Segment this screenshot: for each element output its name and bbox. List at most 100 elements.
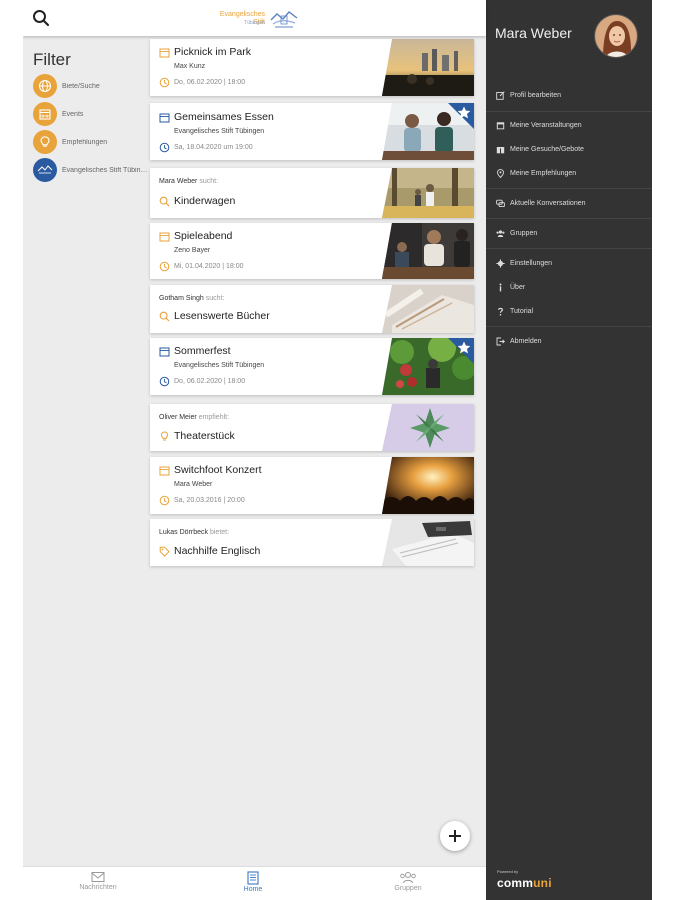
newspaper-icon xyxy=(247,871,259,885)
post-card[interactable]: Oliver Meier empfiehlt: Theaterstück xyxy=(150,404,474,451)
drawer-user-name: Mara Weber xyxy=(495,25,572,41)
nav-label: Nachrichten xyxy=(79,884,117,891)
menu-meine-veranstaltungen[interactable]: Meine Veranstaltungen xyxy=(496,118,646,132)
menu-meine-gesuche-gebote[interactable]: Meine Gesuche/Gebote xyxy=(496,142,646,156)
event-title: Picknick im Park xyxy=(174,46,252,58)
brand-name-part-a: comm xyxy=(497,876,534,890)
top-bar: Evangelisches Stift Tübingen xyxy=(23,0,486,36)
menu-label: Aktuelle Konversationen xyxy=(510,199,586,207)
filter-label: Empfehlungen xyxy=(62,138,108,146)
calendar-icon xyxy=(159,466,170,476)
menu-abmelden[interactable]: Abmelden xyxy=(496,334,646,348)
filter-item-biete-suche[interactable]: Biete/Suche xyxy=(33,74,149,98)
event-card[interactable]: Gemeinsames Essen Evangelisches Stift Tü… xyxy=(150,103,474,160)
post-card[interactable]: Mara Weber sucht: Kinderwagen xyxy=(150,168,474,218)
clock-icon xyxy=(159,142,170,153)
filter-item-events[interactable]: Events xyxy=(33,102,149,126)
brand-powered-by: Powered by xyxy=(497,869,519,874)
post-author: Oliver Meier xyxy=(159,414,197,421)
post-author: Mara Weber xyxy=(159,178,198,185)
event-date: Do, 06.02.2020 | 18:00 xyxy=(174,378,246,385)
event-card[interactable]: Picknick im Park Max Kunz Do, 06.02.2020… xyxy=(150,39,474,96)
event-title: Gemeinsames Essen xyxy=(174,111,274,123)
event-organizer: Evangelisches Stift Tübingen xyxy=(174,362,265,369)
event-image xyxy=(382,223,474,279)
post-verb: sucht: xyxy=(199,178,219,185)
menu-label: Meine Veranstaltungen xyxy=(510,121,582,129)
calendar-icon xyxy=(159,232,170,242)
add-button[interactable] xyxy=(440,821,470,851)
post-title: Nachhilfe Englisch xyxy=(174,545,261,557)
menu-profil-bearbeiten[interactable]: Profil bearbeiten xyxy=(496,88,646,102)
plus-icon xyxy=(449,830,461,842)
post-title: Kinderwagen xyxy=(174,195,236,207)
calendar-icon xyxy=(33,102,57,126)
event-image xyxy=(382,457,474,514)
lightbulb-icon xyxy=(33,130,57,154)
post-image xyxy=(382,404,474,451)
info-icon xyxy=(499,283,502,291)
filter-title: Filter xyxy=(33,50,71,69)
menu-aktuelle-konversationen[interactable]: Aktuelle Konversationen xyxy=(496,196,646,210)
post-card[interactable]: Lukas Dörrbeck bietet: Nachhilfe Englisc… xyxy=(150,519,474,566)
brand-name-part-b: uni xyxy=(533,876,552,890)
app-screen: Evangelisches Stift Tübingen Filter Biet… xyxy=(23,0,652,900)
menu-gruppen[interactable]: Gruppen xyxy=(496,226,646,240)
event-date: Sa, 18.04.2020 um 19:00 xyxy=(174,144,253,151)
filter-item-stift[interactable]: Evangelisches Stift Tübingen xyxy=(33,158,149,182)
gift-icon xyxy=(496,146,505,153)
clock-icon xyxy=(159,376,170,387)
menu-tutorial[interactable]: Tutorial xyxy=(496,304,646,318)
filter-item-empfehlungen[interactable]: Empfehlungen xyxy=(33,130,149,154)
event-card[interactable]: Sommerfest Evangelisches Stift Tübingen … xyxy=(150,338,474,395)
menu-label: Gruppen xyxy=(510,229,538,237)
post-author: Gotham Singh xyxy=(159,295,204,302)
avatar[interactable] xyxy=(594,14,638,58)
menu-ueber[interactable]: Über xyxy=(496,280,646,294)
nav-gruppen[interactable]: Gruppen xyxy=(368,871,448,892)
post-author-line: Gotham Singh sucht: xyxy=(159,295,224,302)
stift-logo-icon xyxy=(270,11,298,28)
clock-icon xyxy=(159,495,170,506)
nav-home[interactable]: Home xyxy=(213,871,293,893)
group-icon xyxy=(496,229,505,237)
filter-label: Events xyxy=(62,110,84,118)
post-verb: sucht: xyxy=(205,295,225,302)
event-card[interactable]: Switchfoot Konzert Mara Weber Sa, 20.03.… xyxy=(150,457,474,514)
calendar-icon xyxy=(159,347,170,357)
event-organizer: Zeno Bayer xyxy=(174,247,211,254)
nav-nachrichten[interactable]: Nachrichten xyxy=(58,871,138,891)
communi-brand: Powered by communi xyxy=(497,869,552,892)
filter-label: Biete/Suche xyxy=(62,82,100,90)
post-author-line: Mara Weber sucht: xyxy=(159,178,218,185)
menu-label: Abmelden xyxy=(510,337,542,345)
post-image xyxy=(382,285,474,333)
star-icon xyxy=(457,341,471,354)
post-image xyxy=(382,168,474,218)
clock-icon xyxy=(159,261,170,272)
stift-logo-icon xyxy=(33,158,57,182)
nav-label: Gruppen xyxy=(394,885,422,892)
menu-label: Meine Empfehlungen xyxy=(510,169,577,177)
event-card[interactable]: Spieleabend Zeno Bayer Mi, 01.04.2020 | … xyxy=(150,223,474,279)
star-icon xyxy=(457,106,471,119)
event-title: Sommerfest xyxy=(174,345,231,357)
divider xyxy=(486,218,652,219)
divider xyxy=(486,326,652,327)
menu-meine-empfehlungen[interactable]: Meine Empfehlungen xyxy=(496,166,646,180)
edit-icon xyxy=(496,90,505,100)
post-verb: bietet: xyxy=(209,529,230,536)
post-author: Lukas Dörrbeck xyxy=(159,529,209,536)
menu-einstellungen[interactable]: Einstellungen xyxy=(496,256,646,270)
app-logo[interactable]: Evangelisches Stift Tübingen xyxy=(207,8,303,30)
post-title: Lesenswerte Bücher xyxy=(174,310,270,322)
post-verb: empfiehlt: xyxy=(198,414,230,421)
event-organizer: Max Kunz xyxy=(174,63,206,70)
menu-label: Tutorial xyxy=(510,307,534,315)
event-organizer: Mara Weber xyxy=(174,481,213,488)
chat-icon xyxy=(496,199,505,207)
post-card[interactable]: Gotham Singh sucht: Lesenswerte Bücher xyxy=(150,285,474,333)
search-icon[interactable] xyxy=(32,9,50,27)
bottom-navigation: Nachrichten Home Gruppen xyxy=(23,866,486,900)
search-icon xyxy=(159,196,170,207)
